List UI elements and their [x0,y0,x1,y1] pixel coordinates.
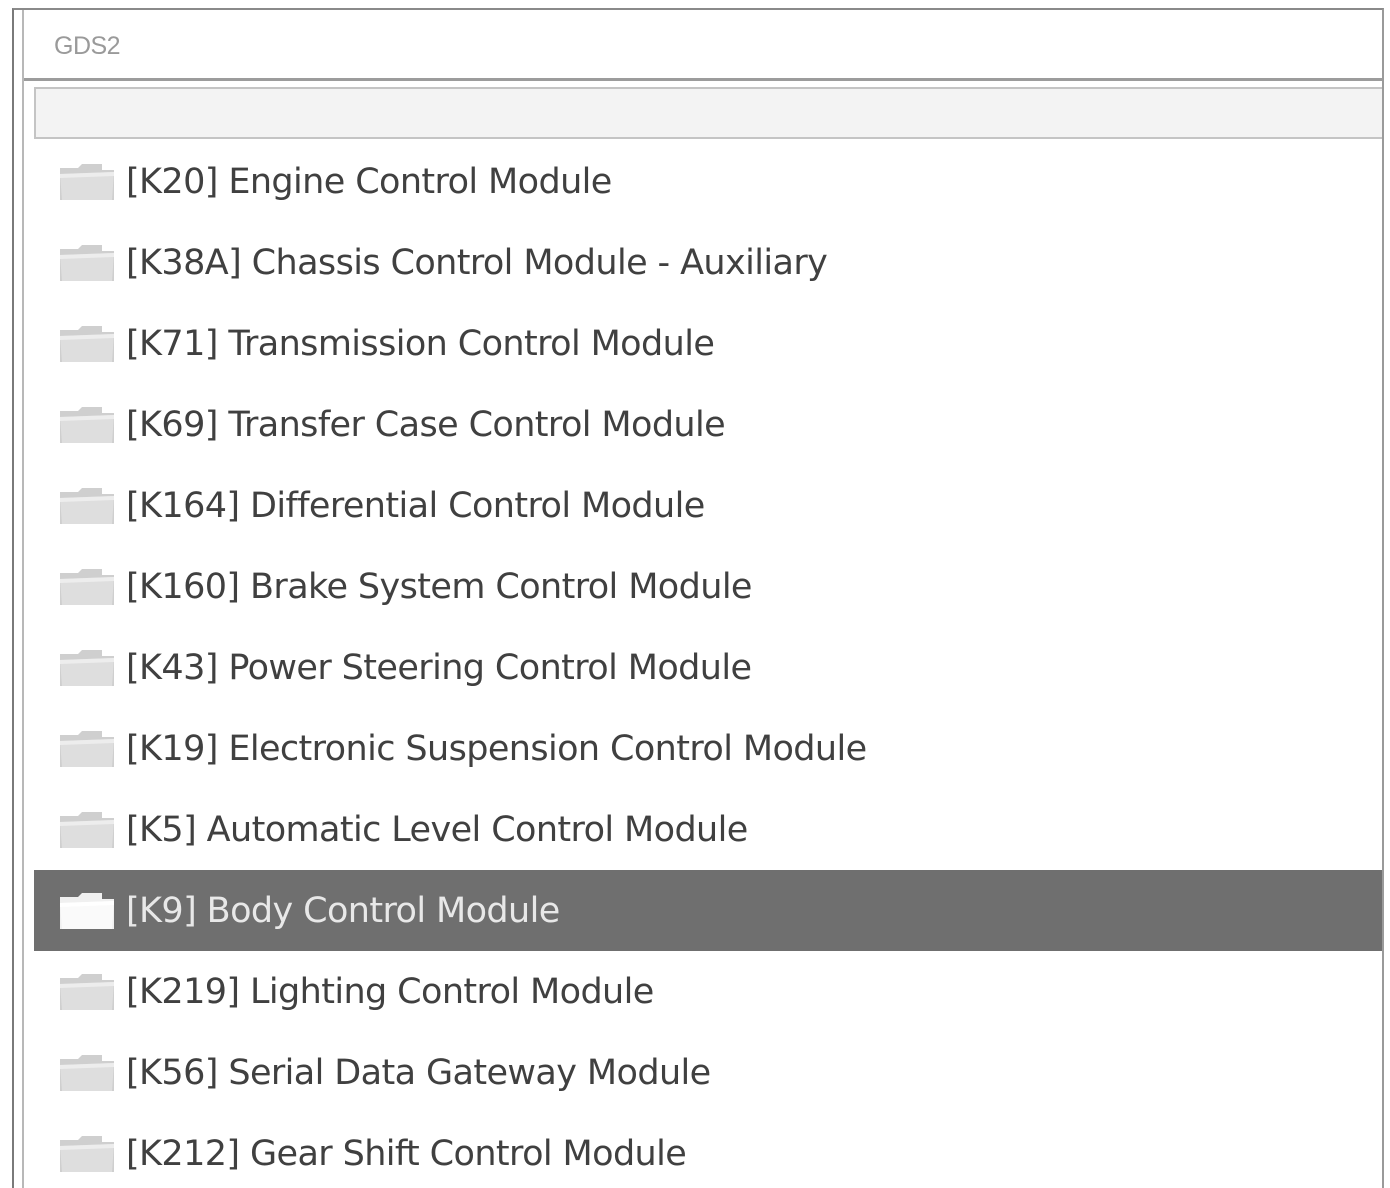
folder-icon [58,891,116,931]
list-item[interactable]: [K20] Engine Control Module [34,141,1382,222]
list-item-label: [K19] Electronic Suspension Control Modu… [126,728,867,769]
folder-icon [58,243,116,283]
folder-icon [58,1053,116,1093]
folder-icon [58,1134,116,1174]
folder-icon [58,567,116,607]
folder-icon [58,162,116,202]
list-item[interactable]: [K38A] Chassis Control Module - Auxiliar… [34,222,1382,303]
list-item-label: [K5] Automatic Level Control Module [126,809,748,850]
app-window: GDS2 [K20] Engine Control Module [K38A] … [12,8,1384,1188]
list-item[interactable]: [K69] Transfer Case Control Module [34,384,1382,465]
list-item-label: [K38A] Chassis Control Module - Auxiliar… [126,242,828,283]
list-item[interactable]: [K43] Power Steering Control Module [34,627,1382,708]
list-item-label: [K71] Transmission Control Module [126,323,715,364]
search-input[interactable] [34,87,1382,139]
list-item-label: [K69] Transfer Case Control Module [126,404,726,445]
list-item[interactable]: [K212] Gear Shift Control Module [34,1113,1382,1188]
title-bar: GDS2 [24,10,1382,81]
module-list: [K20] Engine Control Module [K38A] Chass… [34,141,1382,1188]
list-item-selected[interactable]: [K9] Body Control Module [34,870,1382,951]
list-item-label: [K219] Lighting Control Module [126,971,654,1012]
list-item-label: [K164] Differential Control Module [126,485,705,526]
list-item[interactable]: [K219] Lighting Control Module [34,951,1382,1032]
list-item[interactable]: [K56] Serial Data Gateway Module [34,1032,1382,1113]
window-title: GDS2 [54,32,121,60]
folder-icon [58,324,116,364]
folder-icon [58,648,116,688]
list-item-label: [K160] Brake System Control Module [126,566,752,607]
list-item[interactable]: [K19] Electronic Suspension Control Modu… [34,708,1382,789]
list-item-label: [K9] Body Control Module [126,890,560,931]
folder-icon [58,405,116,445]
list-item[interactable]: [K164] Differential Control Module [34,465,1382,546]
list-item[interactable]: [K5] Automatic Level Control Module [34,789,1382,870]
folder-icon [58,729,116,769]
folder-icon [58,486,116,526]
list-item[interactable]: [K71] Transmission Control Module [34,303,1382,384]
list-item-label: [K56] Serial Data Gateway Module [126,1052,711,1093]
folder-icon [58,972,116,1012]
list-item-label: [K212] Gear Shift Control Module [126,1133,687,1174]
folder-icon [58,810,116,850]
list-item-label: [K43] Power Steering Control Module [126,647,752,688]
list-item-label: [K20] Engine Control Module [126,161,612,202]
window-border [22,10,24,1188]
list-item[interactable]: [K160] Brake System Control Module [34,546,1382,627]
